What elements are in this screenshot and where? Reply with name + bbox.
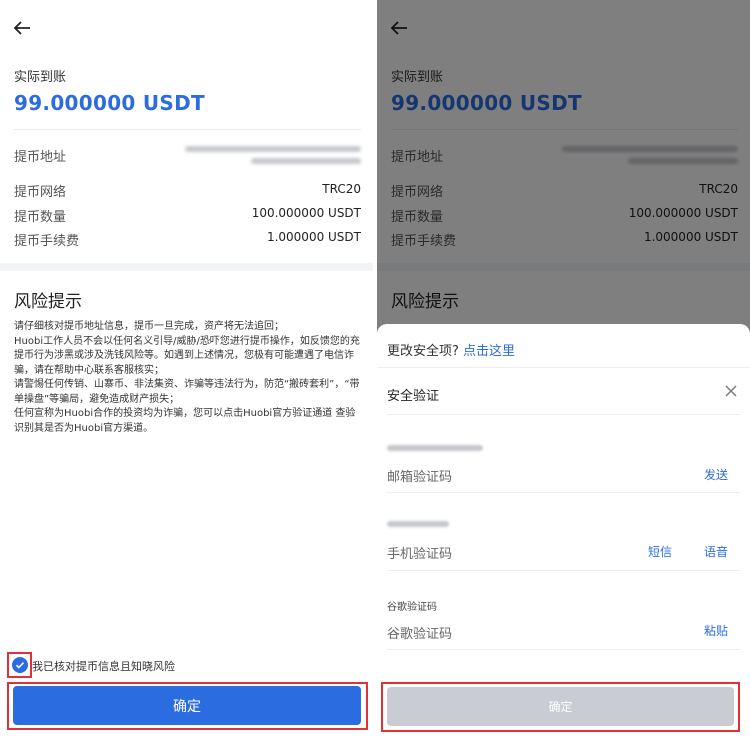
check-icon <box>15 662 25 669</box>
close-icon[interactable] <box>724 384 738 398</box>
actual-received-label: 实际到账 <box>14 70 67 85</box>
risk-ack-label[interactable]: 我已核对提币信息且知晓风险 <box>32 658 175 674</box>
google-paste-button[interactable]: 粘贴 <box>704 622 728 639</box>
divider <box>387 414 740 415</box>
risk-line: 请警惕任何传销、山寨币、非法集资、诈骗等违法行为，防范“搬砖套利”，“带单操盘”… <box>14 379 360 405</box>
withdraw-address-value-blurred <box>185 146 361 176</box>
email-address-blurred <box>387 445 483 451</box>
withdraw-network-label: 提币网络 <box>14 185 67 200</box>
change-security-link[interactable]: 点击这里 <box>463 344 515 359</box>
risk-ack-checkbox[interactable] <box>12 657 28 673</box>
google-code-label: 谷歌验证码 <box>387 602 437 613</box>
divider <box>14 129 361 130</box>
risk-line: 请仔细核对提币地址信息，提币一旦完成，资产将无法追回； <box>14 321 284 332</box>
sheet-confirm-button[interactable]: 确定 <box>387 687 734 726</box>
email-send-button[interactable]: 发送 <box>704 466 728 483</box>
withdraw-network-value: TRC20 <box>322 182 361 196</box>
withdraw-fee-label: 提币手续费 <box>14 234 80 249</box>
phone-voice-button[interactable]: 语音 <box>704 543 728 560</box>
email-code-input[interactable]: 邮箱验证码 <box>387 466 452 485</box>
change-security-text: 更改安全项? <box>387 344 459 359</box>
withdraw-fee-value: 1.000000 USDT <box>266 230 361 244</box>
sheet-title: 安全验证 <box>387 389 440 404</box>
withdraw-amount-value: 100.000000 USDT <box>251 206 361 220</box>
risk-title: 风险提示 <box>14 292 82 312</box>
phone-code-input[interactable]: 手机验证码 <box>387 543 452 562</box>
back-arrow-icon[interactable] <box>10 16 34 40</box>
confirm-button[interactable]: 确定 <box>13 686 361 725</box>
google-code-input[interactable]: 谷歌验证码 <box>387 623 452 642</box>
summary-card: 实际到账 99.000000 USDT 提币地址 提币网络 TRC20 提币数量… <box>0 0 373 263</box>
divider <box>387 649 740 650</box>
phone-number-blurred <box>387 521 449 527</box>
divider <box>387 492 740 493</box>
withdraw-amount-label: 提币数量 <box>14 210 67 225</box>
change-security-prompt: 更改安全项? 点击这里 <box>387 340 515 359</box>
divider <box>377 367 750 368</box>
withdraw-confirm-screen: 实际到账 99.000000 USDT 提币地址 提币网络 TRC20 提币数量… <box>0 0 373 745</box>
security-verification-screen: 实际到账 99.000000 USDT 提币地址 提币网络 TRC20 提币数量… <box>377 0 750 745</box>
withdraw-address-label: 提币地址 <box>14 150 67 165</box>
risk-text: 请仔细核对提币地址信息，提币一旦完成，资产将无法追回； Huobi工作人员不会以… <box>14 320 361 436</box>
actual-received-amount: 99.000000 USDT <box>14 91 205 115</box>
security-verification-sheet: 更改安全项? 点击这里 安全验证 邮箱验证码 发送 手机验证码 短信 语音 谷歌… <box>377 324 750 745</box>
divider <box>387 570 740 571</box>
risk-line: Huobi工作人员不会以任何名义引导/威胁/恐吓您进行提币操作，如反馈您的充提币… <box>14 335 360 376</box>
phone-sms-button[interactable]: 短信 <box>648 543 672 560</box>
risk-line: 任何宣称为Huobi合作的投资均为诈骗，您可以点击Huobi官方验证通道 查验识… <box>14 408 356 434</box>
